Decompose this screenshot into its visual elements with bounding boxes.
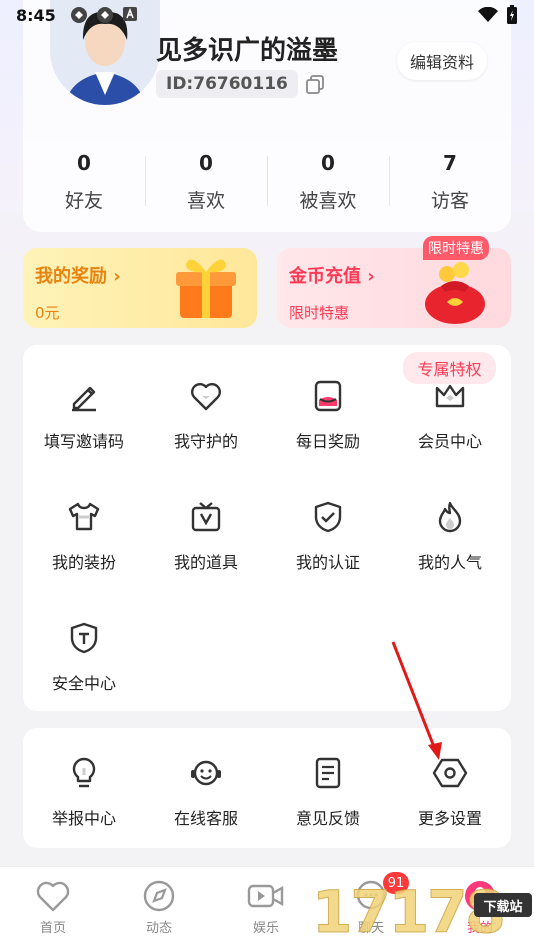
heart-outline-icon (36, 881, 70, 912)
app-notification-icon (96, 7, 113, 23)
recharge-subtitle: 限时特惠 (289, 304, 350, 322)
battery-icon (507, 5, 517, 24)
daily-reward-icon (314, 380, 342, 412)
my-verification-item[interactable]: 我的认证 (267, 499, 389, 573)
pencil-icon (72, 386, 96, 412)
heart-icon (191, 383, 221, 411)
feedback-item[interactable]: 意见反馈 (267, 755, 389, 829)
recharge-title: 金币充值 › (289, 266, 375, 287)
edit-profile-button[interactable]: 编辑资料 (397, 42, 487, 80)
copy-icon[interactable] (304, 73, 326, 95)
my-rewards-card[interactable]: 我的奖励 › 0元 (23, 248, 257, 328)
compass-icon (143, 880, 175, 912)
video-camera-icon (247, 884, 284, 908)
watermark-download-label: 下载站 (474, 893, 532, 917)
flame-icon (438, 501, 462, 533)
my-popularity-item[interactable]: 我的人气 (389, 499, 511, 573)
verified-shield-icon (314, 501, 342, 533)
stat-liked-by[interactable]: 0 被喜欢 (267, 148, 389, 213)
more-settings-item[interactable]: 更多设置 (389, 755, 511, 829)
stats-row: 0 好友 0 喜欢 0 被喜欢 7 访客 (23, 148, 511, 213)
tshirt-icon (68, 502, 100, 531)
my-outfit-item[interactable]: 我的装扮 (23, 499, 145, 573)
coin-recharge-card[interactable]: 金币充值 › 限时特惠 (277, 248, 511, 328)
stat-likes[interactable]: 0 喜欢 (145, 148, 267, 213)
app-notification-icon (70, 7, 87, 23)
security-center-item[interactable]: 安全中心 (23, 620, 145, 694)
report-center-item[interactable]: 举报中心 (23, 755, 145, 829)
stat-friends[interactable]: 0 好友 (23, 148, 145, 213)
status-bar: 8:45 (0, 0, 534, 30)
document-icon (315, 757, 341, 789)
money-bag-icon (425, 262, 485, 324)
online-support-item[interactable]: 在线客服 (145, 755, 267, 829)
tab-entertainment[interactable]: 娱乐 (226, 879, 306, 936)
guarding-item[interactable]: 我守护的 (145, 378, 267, 452)
rewards-amount: 0元 (35, 304, 60, 322)
status-time: 8:45 (16, 5, 56, 25)
stat-visitors[interactable]: 7 访客 (389, 148, 511, 213)
headset-smile-icon (191, 760, 221, 786)
wifi-icon (478, 7, 498, 22)
prop-box-icon (191, 502, 221, 532)
gift-box-icon (176, 259, 236, 318)
daily-reward-item[interactable]: 每日奖励 (267, 378, 389, 452)
app-a-icon (122, 7, 137, 21)
tab-moments[interactable]: 动态 (119, 879, 199, 936)
rewards-title: 我的奖励 › (35, 266, 121, 287)
profile-card: 见多识广的溢墨 ID:76760116 编辑资料 0 好友 0 喜欢 0 被喜欢 7访… (23, 0, 511, 232)
my-props-item[interactable]: 我的道具 (145, 499, 267, 573)
invite-code-item[interactable]: 填写邀请码 (23, 378, 145, 452)
vip-privilege-tag: 专属特权 (403, 352, 496, 384)
vip-center-item[interactable]: 会员中心 (389, 378, 511, 452)
user-id: ID:76760116 (156, 70, 298, 98)
nickname: 见多识广的溢墨 (156, 36, 339, 66)
lightbulb-icon (72, 757, 96, 788)
hexagon-settings-icon (432, 758, 468, 788)
security-shield-icon (70, 622, 98, 654)
limited-offer-tag: 限时特惠 (423, 236, 489, 260)
tab-home[interactable]: 首页 (13, 879, 93, 936)
